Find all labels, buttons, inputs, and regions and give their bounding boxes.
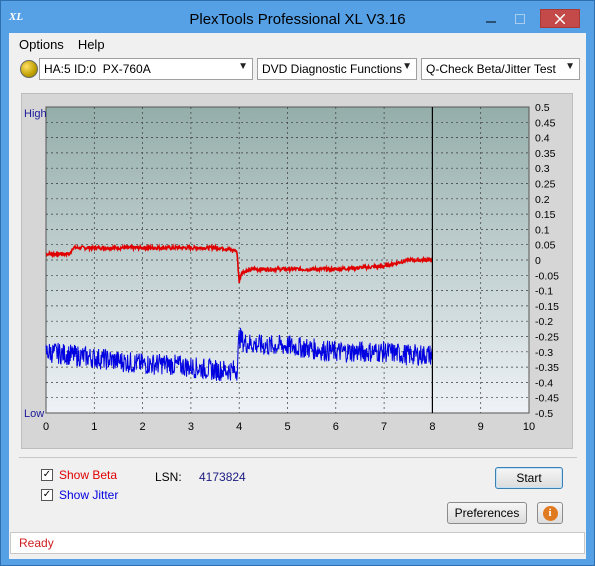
y-tick-label: -0.5 (535, 408, 553, 420)
y-tick-label: -0.15 (535, 301, 559, 313)
y-tick-label: -0.25 (535, 332, 559, 344)
y-tick-label: 0.3 (535, 163, 550, 175)
y-tick-label: -0.1 (535, 286, 553, 298)
preferences-button[interactable]: Preferences (447, 502, 527, 524)
test-select-value: Q-Check Beta/Jitter Test (426, 62, 556, 76)
chevron-down-icon: ▼ (565, 61, 575, 72)
x-tick-label: 4 (236, 421, 242, 433)
show-jitter-checkbox[interactable]: ✓ (41, 489, 53, 501)
menu-bar: Options Help (9, 33, 586, 55)
y-tick-label: -0.35 (535, 362, 559, 374)
info-button[interactable]: i (537, 502, 563, 524)
window-title: PlexTools Professional XL V3.16 (189, 11, 406, 28)
close-button[interactable] (540, 9, 580, 28)
y-tick-label: 0.15 (535, 209, 556, 221)
status-bar: Ready (10, 532, 585, 554)
y-tick-label: 0.5 (535, 102, 550, 114)
options-panel: ✓ Show Beta ✓ Show Jitter LSN: 4173824 S… (19, 457, 577, 529)
title-bar[interactable]: XL PlexTools Professional XL V3.16 (1, 1, 594, 33)
drive-select-value: HA:5 ID:0 PX-760A (44, 62, 151, 76)
menu-help[interactable]: Help (78, 37, 105, 52)
drive-select[interactable]: HA:5 ID:0 PX-760A ▼ (39, 58, 253, 80)
toolbar: HA:5 ID:0 PX-760A ▼ DVD Diagnostic Funct… (9, 57, 586, 83)
y-tick-label: 0.4 (535, 133, 550, 145)
lsn-value: 4173824 (199, 470, 246, 484)
chevron-down-icon: ▼ (238, 61, 248, 72)
show-jitter-label[interactable]: Show Jitter (59, 488, 118, 502)
chart-frame: 0 1 2 3 4 5 6 7 8 9 10 0.5 0.45 0.4 0.35 0.3 0.25 0.2 0.15… (21, 93, 573, 449)
drive-icon (20, 60, 38, 78)
app-window: XL PlexTools Professional XL V3.16 Optio… (0, 0, 595, 566)
info-icon: i (542, 505, 558, 521)
close-icon (555, 13, 565, 24)
y-tick-label: -0.4 (535, 377, 553, 389)
y-tick-label: 0.45 (535, 117, 556, 129)
x-tick-label: 2 (140, 421, 146, 433)
function-select-value: DVD Diagnostic Functions (262, 62, 403, 76)
x-tick-label: 10 (523, 421, 535, 433)
maximize-button (508, 9, 532, 28)
function-select[interactable]: DVD Diagnostic Functions ▼ (257, 58, 417, 80)
x-tick-label: 3 (188, 421, 194, 433)
y-tick-label: -0.45 (535, 393, 559, 405)
test-select[interactable]: Q-Check Beta/Jitter Test ▼ (421, 58, 580, 80)
y-tick-label: -0.2 (535, 316, 553, 328)
x-tick-label: 5 (284, 421, 290, 433)
maximize-icon (515, 13, 525, 24)
x-tick-label: 7 (381, 421, 387, 433)
minimize-button[interactable] (479, 9, 503, 28)
show-beta-checkbox[interactable]: ✓ (41, 469, 53, 481)
x-tick-label: 6 (333, 421, 339, 433)
y-tick-label: 0.2 (535, 194, 550, 206)
y-tick-label: 0.35 (535, 148, 556, 160)
show-beta-label[interactable]: Show Beta (59, 468, 117, 482)
y-tick-label: -0.05 (535, 270, 559, 282)
status-text: Ready (19, 536, 54, 550)
x-tick-label: 1 (91, 421, 97, 433)
y-tick-label: -0.3 (535, 347, 553, 359)
menu-options[interactable]: Options (19, 37, 64, 52)
start-button[interactable]: Start (495, 467, 563, 489)
y-tick-label: 0.05 (535, 240, 556, 252)
x-tick-label: 8 (429, 421, 435, 433)
y-tick-label: 0.1 (535, 224, 550, 236)
beta-jitter-chart: 0 1 2 3 4 5 6 7 8 9 10 0.5 0.45 0.4 0.35 0.3 0.25 0.2 0.15… (24, 102, 559, 433)
chevron-down-icon: ▼ (402, 61, 412, 72)
minimize-icon (486, 21, 496, 22)
y-tick-label: 0.25 (535, 179, 556, 191)
high-label: High (24, 108, 47, 120)
low-label: Low (24, 408, 44, 420)
lsn-label: LSN: (155, 470, 182, 484)
x-tick-label: 9 (478, 421, 484, 433)
y-tick-label: 0 (535, 255, 541, 267)
client-area: Options Help HA:5 ID:0 PX-760A ▼ DVD Dia… (9, 33, 586, 559)
x-tick-label: 0 (43, 421, 49, 433)
